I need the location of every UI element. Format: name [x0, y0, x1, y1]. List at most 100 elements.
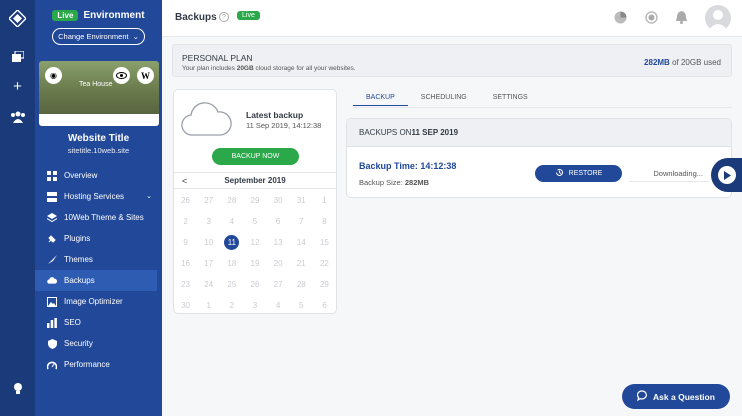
- backups-panel: BACKUPS ON 11 SEP 2019 Backup Time: 14:1…: [346, 118, 732, 198]
- calendar-day[interactable]: 19: [243, 259, 266, 268]
- sidebar-item-image-optimizer[interactable]: Image Optimizer: [35, 291, 162, 312]
- calendar-day[interactable]: 31: [290, 196, 313, 205]
- calendar-week: 30 1 2 3 4 5 6: [174, 295, 336, 316]
- calendar-day[interactable]: 29: [243, 196, 266, 205]
- calendar-day[interactable]: 26: [174, 196, 197, 205]
- tab-settings[interactable]: SETTINGS: [480, 90, 541, 106]
- calendar-day[interactable]: 7: [290, 217, 313, 226]
- calendar-day[interactable]: 29: [313, 280, 336, 289]
- avatar[interactable]: [705, 5, 731, 31]
- calendar-day[interactable]: 22: [313, 259, 336, 268]
- calendar-day[interactable]: 24: [197, 280, 220, 289]
- eye-icon[interactable]: [113, 67, 130, 84]
- calendar-day[interactable]: 2: [220, 301, 243, 310]
- site-url[interactable]: sitetitle.10web.site: [35, 146, 162, 155]
- tab-backup[interactable]: BACKUP: [353, 90, 408, 106]
- gauge-icon: [47, 360, 57, 370]
- calendar-day[interactable]: 4: [220, 217, 243, 226]
- pie-chart-icon[interactable]: [613, 10, 628, 25]
- sidebar-nav: Overview Hosting Services ⌄ 10Web Theme …: [35, 165, 162, 375]
- thumbnail-footer: [39, 114, 159, 126]
- latest-backup-title: Latest backup: [246, 110, 304, 120]
- site-thumbnail[interactable]: ◉ W Tea House: [39, 61, 159, 126]
- calendar-day[interactable]: 6: [313, 301, 336, 310]
- calendar-day[interactable]: 25: [220, 280, 243, 289]
- cloud-upload-icon: [47, 276, 57, 286]
- calendar-day[interactable]: 12: [243, 238, 266, 247]
- theme-logo-icon: ◉: [45, 67, 62, 84]
- environment-title: Environment: [83, 10, 145, 21]
- wordpress-icon[interactable]: W: [137, 67, 154, 84]
- calendar-week: 16 17 18 19 20 21 22: [174, 253, 336, 274]
- sidebar-item-label: Security: [64, 339, 93, 348]
- sidebar-item-themes[interactable]: Themes: [35, 249, 162, 270]
- calendar-day[interactable]: 23: [174, 280, 197, 289]
- calendar-day[interactable]: 26: [243, 280, 266, 289]
- calendar-day[interactable]: 5: [290, 301, 313, 310]
- calendar-day[interactable]: 10: [197, 238, 220, 247]
- help-icon[interactable]: ?: [219, 12, 229, 22]
- calendar-day[interactable]: 3: [243, 301, 266, 310]
- calendar-day[interactable]: 11: [220, 235, 243, 250]
- sidebar-item-hosting-services[interactable]: Hosting Services ⌄: [35, 186, 162, 207]
- calendar-day[interactable]: 27: [197, 196, 220, 205]
- progress-icon[interactable]: [644, 10, 659, 25]
- sidebar-item-overview[interactable]: Overview: [35, 165, 162, 186]
- ask-question-button[interactable]: Ask a Question: [622, 384, 730, 409]
- restore-button[interactable]: RESTORE: [535, 165, 622, 182]
- calendar-day[interactable]: 5: [243, 217, 266, 226]
- add-site-icon[interactable]: +: [9, 78, 26, 95]
- calendar-day[interactable]: 3: [197, 217, 220, 226]
- live-badge: Live: [237, 11, 260, 20]
- sidebar-item-label: Image Optimizer: [64, 297, 123, 306]
- calendar-month: September 2019: [224, 176, 286, 185]
- page-title: Backups: [175, 12, 217, 23]
- calendar-day[interactable]: 27: [267, 280, 290, 289]
- prev-month-button[interactable]: <: [182, 176, 187, 186]
- play-tour-button[interactable]: [711, 158, 742, 192]
- calendar-day[interactable]: 28: [290, 280, 313, 289]
- restore-label: RESTORE: [568, 170, 603, 177]
- calendar-day[interactable]: 15: [313, 238, 336, 247]
- thumbnail-site-name: Tea House: [79, 81, 113, 88]
- change-environment-button[interactable]: Change Environment ⌄: [52, 28, 145, 45]
- windows-icon[interactable]: [9, 48, 26, 65]
- calendar-day[interactable]: 1: [313, 196, 336, 205]
- calendar-day[interactable]: 4: [267, 301, 290, 310]
- 10web-logo-icon[interactable]: [9, 10, 26, 27]
- site-title: Website Title: [67, 133, 130, 144]
- backup-now-button[interactable]: BACKUP NOW: [212, 148, 299, 165]
- calendar-day[interactable]: 14: [290, 238, 313, 247]
- calendar-day[interactable]: 9: [174, 238, 197, 247]
- sidebar-item-label: Themes: [64, 255, 93, 264]
- tab-scheduling[interactable]: SCHEDULING: [408, 90, 480, 106]
- sidebar-item-label: Hosting Services: [64, 192, 125, 201]
- users-icon[interactable]: [9, 108, 26, 125]
- calendar-day[interactable]: 16: [174, 259, 197, 268]
- sidebar-item-10web-theme-sites[interactable]: 10Web Theme & Sites: [35, 207, 162, 228]
- calendar-day[interactable]: 28: [220, 196, 243, 205]
- backups-heading: BACKUPS ON 11 SEP 2019: [347, 119, 731, 147]
- sidebar-item-backups[interactable]: Backups: [35, 270, 157, 291]
- calendar-day[interactable]: 30: [267, 196, 290, 205]
- calendar-day[interactable]: 8: [313, 217, 336, 226]
- lightbulb-icon[interactable]: [9, 380, 26, 397]
- calendar-day[interactable]: 1: [197, 301, 220, 310]
- bell-icon[interactable]: [674, 10, 689, 25]
- calendar-day[interactable]: 2: [174, 217, 197, 226]
- calendar-day[interactable]: 21: [290, 259, 313, 268]
- calendar-day[interactable]: 30: [174, 301, 197, 310]
- calendar-day[interactable]: 6: [267, 217, 290, 226]
- sidebar-item-performance[interactable]: Performance: [35, 354, 162, 375]
- calendar-day[interactable]: 18: [220, 259, 243, 268]
- calendar-day[interactable]: 20: [267, 259, 290, 268]
- sidebar-item-security[interactable]: Security: [35, 333, 162, 354]
- sidebar-item-label: Performance: [64, 360, 110, 369]
- sidebar-item-plugins[interactable]: Plugins: [35, 228, 162, 249]
- sidebar-item-seo[interactable]: SEO: [35, 312, 162, 333]
- environment-row: Live Environment: [35, 10, 162, 21]
- sidebar-item-label: SEO: [64, 318, 81, 327]
- calendar-day[interactable]: 13: [267, 238, 290, 247]
- calendar-day[interactable]: 17: [197, 259, 220, 268]
- backup-size: Backup Size: 282MB: [359, 178, 430, 187]
